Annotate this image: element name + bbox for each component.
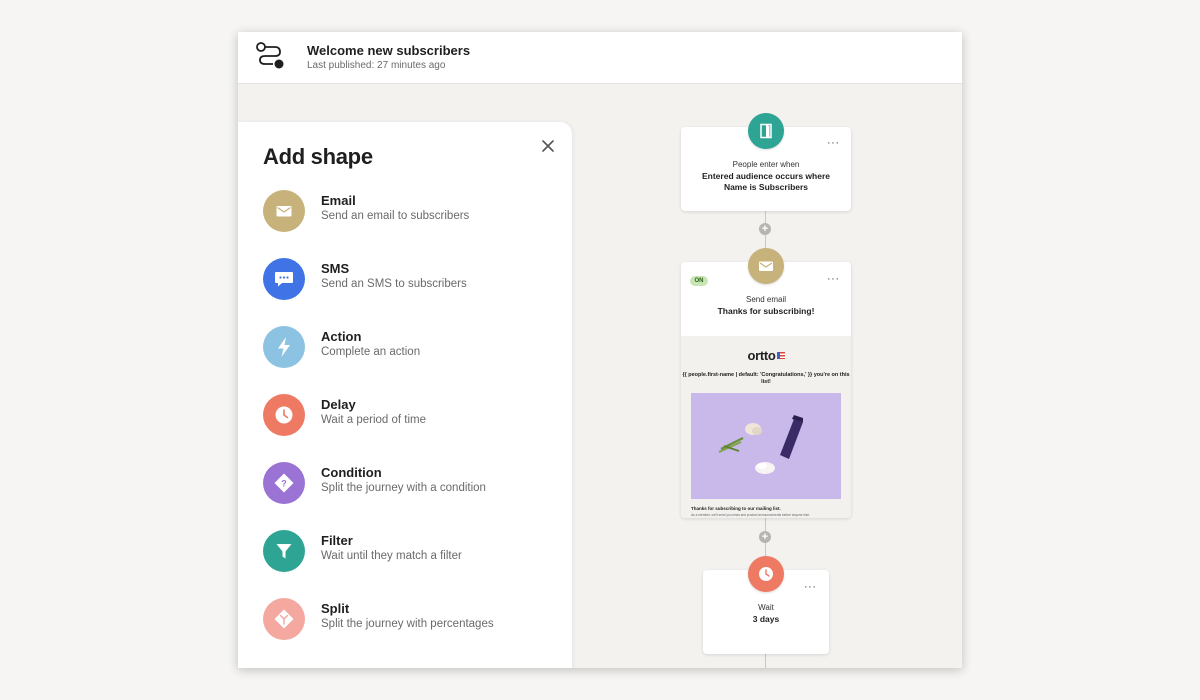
shape-description: Send an email to subscribers	[321, 210, 470, 222]
question-diamond-icon: ?	[274, 473, 294, 493]
node-menu-button[interactable]: ···	[827, 273, 840, 285]
journey-window: Welcome new subscribers Last published: …	[238, 32, 962, 668]
node-menu-button[interactable]: ···	[827, 137, 840, 149]
node-label: Wait	[758, 603, 774, 612]
node-value: 3 days	[752, 614, 780, 624]
close-icon[interactable]	[538, 136, 558, 156]
journey-flow-icon	[256, 42, 284, 69]
shape-item-filter[interactable]: Filter Wait until they match a filter	[263, 530, 553, 574]
shape-filter-badge	[263, 530, 305, 572]
journey-header: Welcome new subscribers Last published: …	[238, 32, 962, 84]
shape-description: Complete an action	[321, 346, 421, 358]
flow-connector	[765, 518, 766, 532]
lightning-icon	[278, 337, 290, 357]
journey-title: Welcome new subscribers	[307, 43, 471, 58]
status-badge: ON	[690, 276, 708, 286]
node-value: Thanks for subscribing!	[717, 306, 815, 316]
email-preview[interactable]: ortto {{ people.first-name | default: 'C…	[681, 336, 851, 518]
shape-description: Wait a period of time	[321, 414, 427, 426]
panel-title: Add shape	[263, 144, 373, 169]
shape-name: Action	[321, 329, 362, 344]
shape-description: Wait until they match a filter	[321, 550, 462, 562]
email-body-title: Thanks for subscribing to our mailing li…	[691, 506, 781, 511]
shape-sms-badge	[263, 258, 305, 300]
shape-email-badge	[263, 190, 305, 232]
shape-description: Split the journey with percentages	[321, 618, 494, 630]
shape-delay-badge	[263, 394, 305, 436]
entry-node-badge	[748, 113, 784, 149]
shape-item-action[interactable]: Action Complete an action	[263, 326, 553, 370]
shape-condition-badge: ?	[263, 462, 305, 504]
svg-text:?: ?	[281, 479, 287, 489]
shape-description: Send an SMS to subscribers	[321, 278, 467, 290]
last-published-text: Last published: 27 minutes ago	[307, 60, 446, 71]
shape-description: Split the journey with a condition	[321, 482, 486, 494]
shape-name: Condition	[321, 465, 382, 480]
node-label: People enter when	[732, 160, 800, 169]
delay-node-badge	[748, 556, 784, 592]
shape-item-condition[interactable]: ? Condition Split the journey with a con…	[263, 462, 553, 506]
hero-image	[691, 393, 841, 499]
brand-logo: ortto	[681, 348, 851, 363]
shape-name: Filter	[321, 533, 353, 548]
envelope-icon	[276, 206, 292, 217]
split-arrows-icon	[274, 609, 294, 629]
shape-split-badge	[263, 598, 305, 640]
door-icon	[760, 123, 772, 139]
node-menu-button[interactable]: ···	[804, 581, 817, 593]
shape-item-email[interactable]: Email Send an email to subscribers	[263, 190, 553, 234]
shape-item-delay[interactable]: Delay Wait a period of time	[263, 394, 553, 438]
email-body-text: As a member, we'll send you news and pro…	[691, 513, 810, 517]
envelope-icon	[759, 261, 773, 271]
shape-name: Email	[321, 193, 356, 208]
add-step-button[interactable]: +	[759, 531, 771, 543]
clock-icon	[275, 406, 293, 424]
clock-icon	[759, 567, 773, 581]
email-headline: {{ people.first-name | default: 'Congrat…	[682, 372, 850, 385]
shape-name: Delay	[321, 397, 356, 412]
shape-action-badge	[263, 326, 305, 368]
shape-item-sms[interactable]: SMS Send an SMS to subscribers	[263, 258, 553, 302]
chat-bubble-icon	[275, 272, 293, 287]
email-node-badge	[748, 248, 784, 284]
funnel-icon	[276, 544, 292, 559]
shape-item-split[interactable]: Split Split the journey with percentages	[263, 598, 553, 642]
add-step-button[interactable]: +	[759, 223, 771, 235]
shape-name: SMS	[321, 261, 350, 276]
node-label: Send email	[745, 295, 787, 304]
shape-name: Split	[321, 601, 350, 616]
add-shape-panel: Add shape Email Send an email to subscri…	[238, 122, 572, 668]
send-email-node[interactable]: ON ··· Send email Thanks for subscribing…	[681, 262, 851, 518]
node-value: Entered audience occurs where Name is Su…	[701, 171, 831, 192]
flow-connector	[765, 652, 766, 668]
